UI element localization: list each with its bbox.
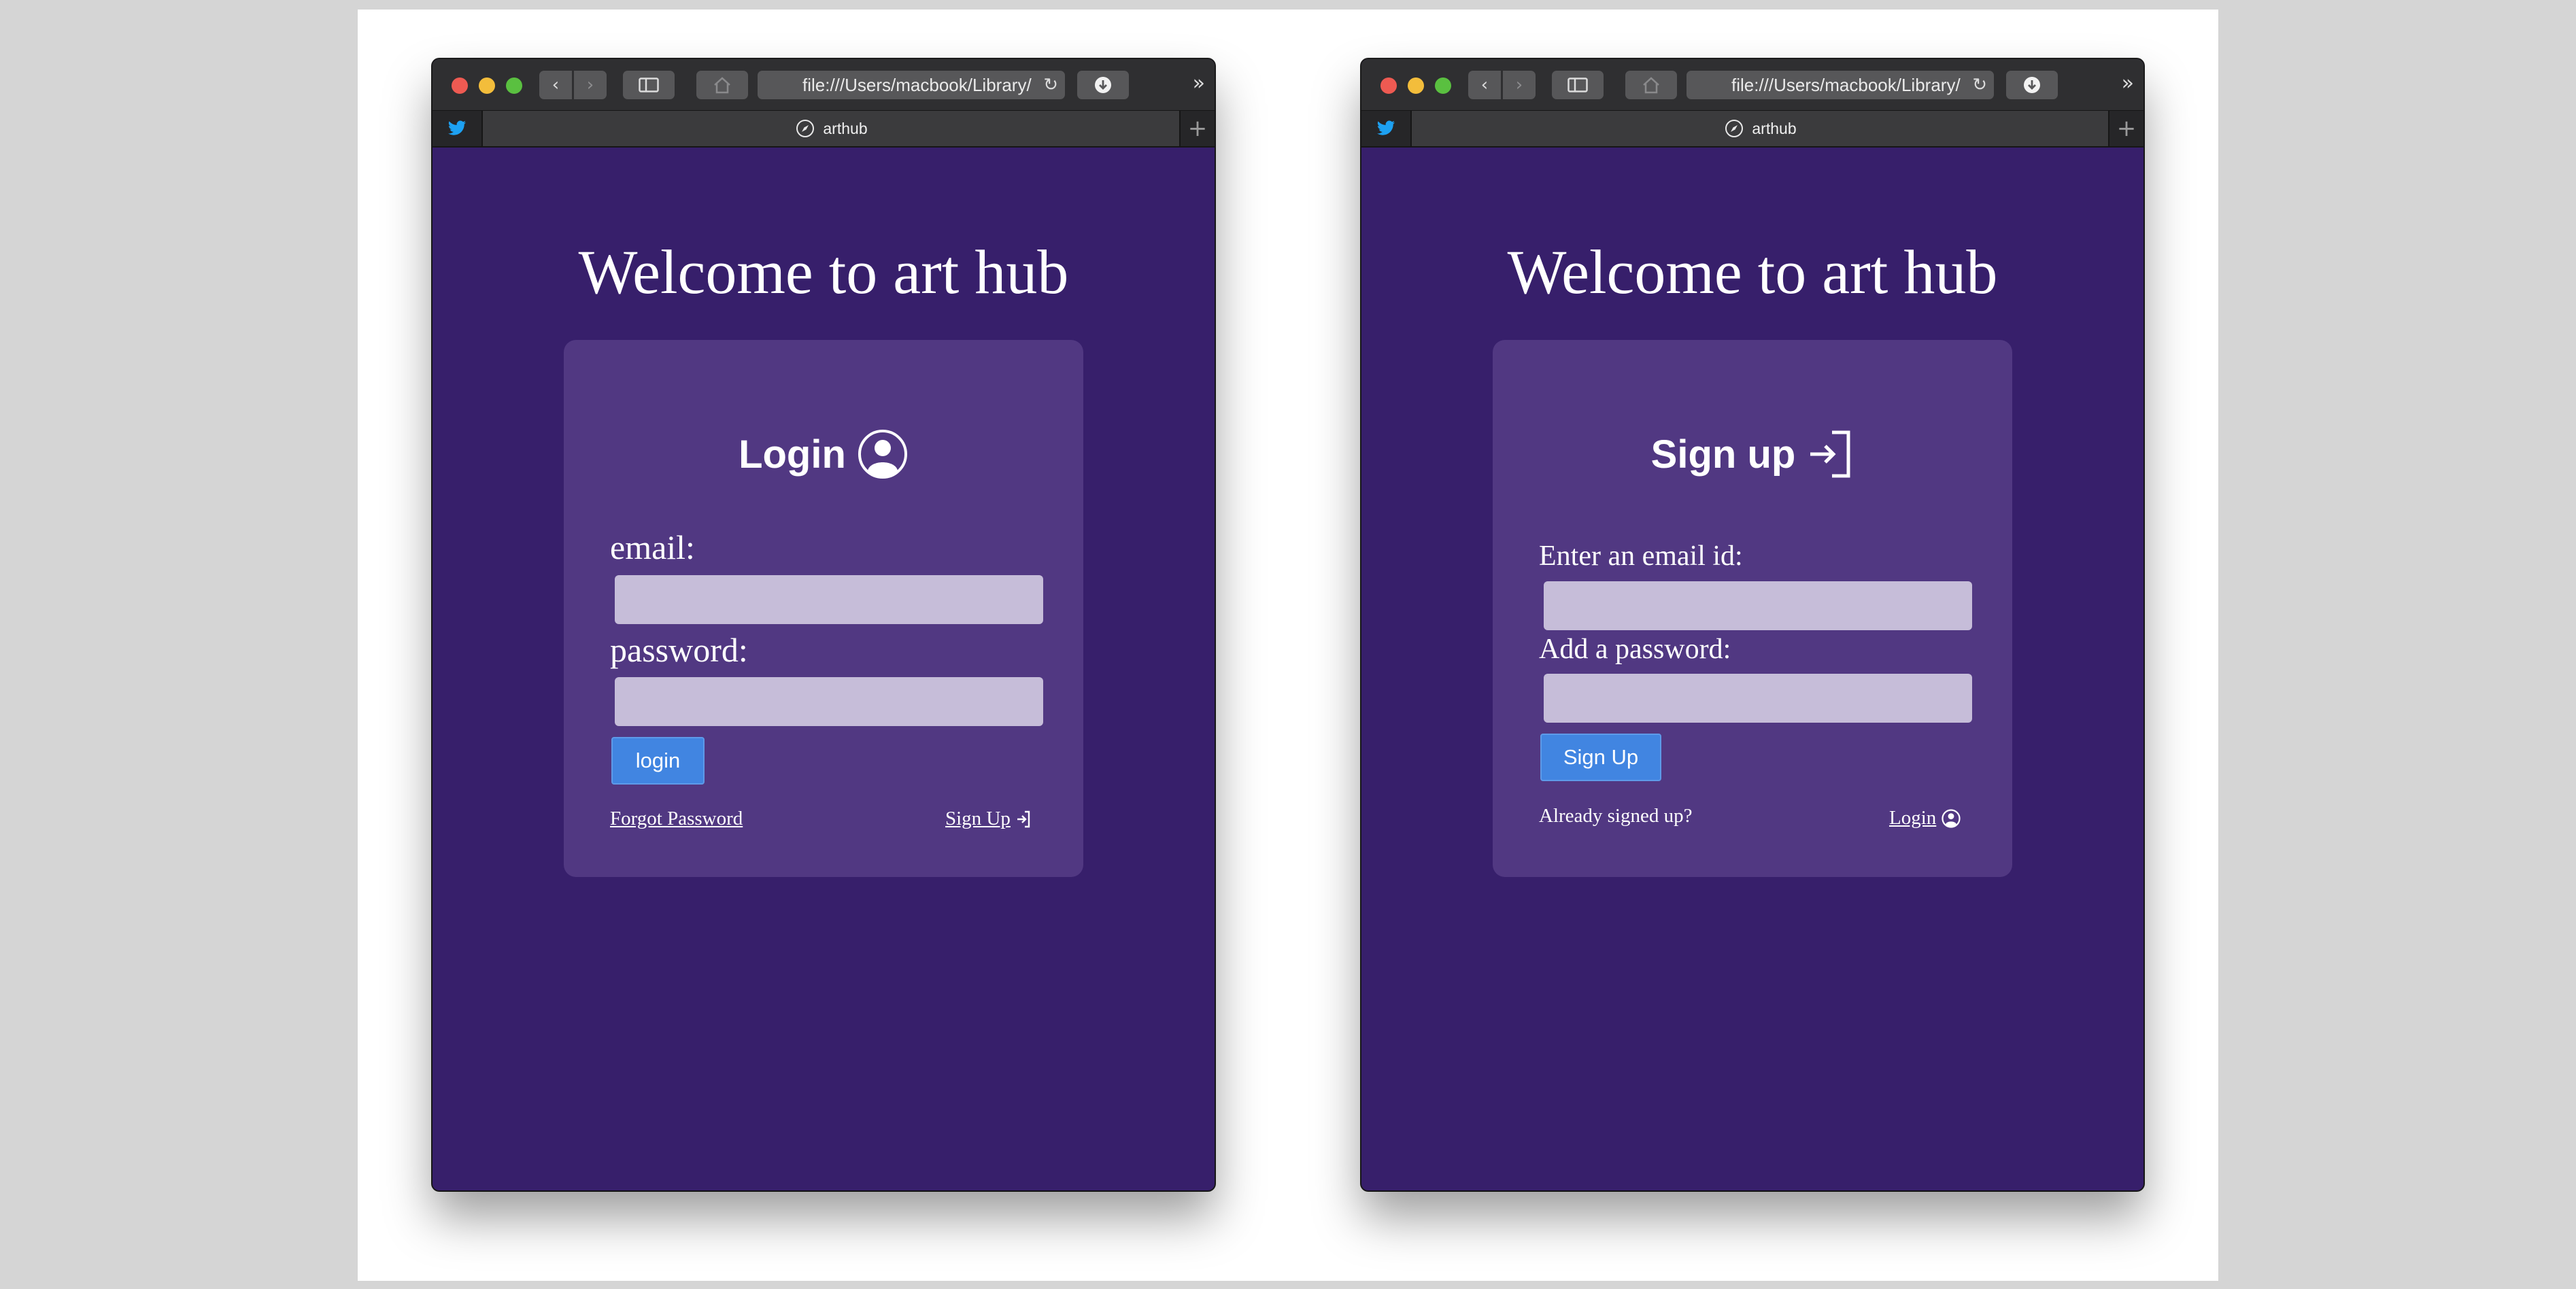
sidebar-toggle-button[interactable] xyxy=(623,71,675,99)
sidebar-icon xyxy=(639,78,659,92)
browser-toolbar: ‹ › file:///Users/macbook/Library/ ↻ » xyxy=(433,59,1215,110)
password-field[interactable] xyxy=(1544,674,1972,723)
card-title-text: Login xyxy=(739,432,846,477)
new-tab-button[interactable]: + xyxy=(2108,111,2143,146)
chevron-left-icon: ‹ xyxy=(1480,75,1489,95)
chevron-left-icon: ‹ xyxy=(552,75,560,95)
address-url: file:///Users/macbook/Library/ xyxy=(1731,75,1961,95)
sign-up-link-text: Sign Up xyxy=(945,808,1011,829)
home-button[interactable] xyxy=(696,71,748,99)
reload-icon[interactable]: ↻ xyxy=(1972,71,1987,99)
chevron-right-icon: › xyxy=(586,75,594,95)
forward-button[interactable]: › xyxy=(1503,71,1536,99)
browser-window-login: ‹ › file:///Users/macbook/Library/ ↻ » a… xyxy=(433,59,1215,1190)
minimize-window-button[interactable] xyxy=(479,78,495,94)
already-signed-up-text: Already signed up? xyxy=(1539,805,1693,827)
page-title: Welcome to art hub xyxy=(578,237,1069,307)
browser-toolbar: ‹ › file:///Users/macbook/Library/ ↻ » xyxy=(1361,59,2143,110)
zoom-window-button[interactable] xyxy=(506,78,522,94)
home-icon xyxy=(1643,77,1659,94)
back-button[interactable]: ‹ xyxy=(1468,71,1501,99)
pinned-tab[interactable] xyxy=(1361,111,1412,146)
signup-card: Sign up Enter an email id: Add a passwor… xyxy=(1493,340,2012,877)
card-title: Login xyxy=(564,428,1083,480)
email-label: Enter an email id: xyxy=(1539,540,1743,572)
close-window-button[interactable] xyxy=(452,78,468,94)
toolbar-overflow-icon[interactable]: » xyxy=(2122,71,2134,95)
password-label: password: xyxy=(610,631,748,669)
login-link-text: Login xyxy=(1889,807,1937,829)
email-field[interactable] xyxy=(615,575,1043,624)
tab-bar: arthub + xyxy=(433,110,1215,148)
address-bar[interactable]: file:///Users/macbook/Library/ ↻ xyxy=(1687,71,1994,99)
login-link[interactable]: Login xyxy=(1889,807,1961,829)
compass-icon xyxy=(796,119,815,138)
sidebar-toggle-button[interactable] xyxy=(1552,71,1604,99)
close-window-button[interactable] xyxy=(1380,78,1397,94)
sidebar-icon xyxy=(1567,78,1588,92)
tab-arthub[interactable]: arthub xyxy=(483,111,1181,146)
password-field[interactable] xyxy=(615,677,1043,726)
tab-arthub[interactable]: arthub xyxy=(1412,111,2109,146)
password-label: Add a password: xyxy=(1539,634,1731,665)
forgot-password-text: Forgot Password xyxy=(610,808,743,829)
address-url: file:///Users/macbook/Library/ xyxy=(802,75,1032,95)
toolbar-overflow-icon[interactable]: » xyxy=(1193,71,1205,95)
sign-up-button[interactable]: Sign Up xyxy=(1540,734,1661,781)
new-tab-button[interactable]: + xyxy=(1179,111,1215,146)
screenshot-canvas: ‹ › file:///Users/macbook/Library/ ↻ » a… xyxy=(358,10,2218,1281)
sign-up-link[interactable]: Sign Up xyxy=(945,808,1031,830)
downloads-button[interactable] xyxy=(1077,71,1129,99)
user-circle-icon xyxy=(1942,808,1961,828)
forgot-password-link[interactable]: Forgot Password xyxy=(610,808,748,830)
home-button[interactable] xyxy=(1625,71,1677,99)
browser-window-signup: ‹ › file:///Users/macbook/Library/ ↻ » a… xyxy=(1361,59,2143,1190)
email-label: email: xyxy=(610,528,695,566)
home-icon xyxy=(714,77,730,94)
login-button[interactable]: login xyxy=(611,737,705,785)
twitter-bird-icon xyxy=(1377,120,1395,135)
pinned-tab[interactable] xyxy=(433,111,483,146)
address-bar[interactable]: file:///Users/macbook/Library/ ↻ xyxy=(758,71,1065,99)
download-icon xyxy=(2024,77,2040,93)
chevron-right-icon: › xyxy=(1515,75,1523,95)
twitter-bird-icon xyxy=(448,120,466,135)
back-button[interactable]: ‹ xyxy=(539,71,572,99)
tab-bar: arthub + xyxy=(1361,110,2143,148)
card-title: Sign up xyxy=(1493,428,2012,480)
download-icon xyxy=(1095,77,1111,93)
reload-icon[interactable]: ↻ xyxy=(1043,71,1058,99)
email-field[interactable] xyxy=(1544,581,1972,630)
sign-in-arrow-icon xyxy=(1017,810,1030,827)
compass-icon xyxy=(1725,119,1744,138)
minimize-window-button[interactable] xyxy=(1408,78,1424,94)
user-circle-icon xyxy=(858,430,907,479)
zoom-window-button[interactable] xyxy=(1435,78,1451,94)
card-title-text: Sign up xyxy=(1650,432,1796,477)
login-card: Login email: password: login Forgot Pass… xyxy=(564,340,1083,877)
downloads-button[interactable] xyxy=(2006,71,2058,99)
forward-button[interactable]: › xyxy=(574,71,607,99)
sign-in-arrow-icon xyxy=(1810,430,1850,478)
tab-title: arthub xyxy=(823,119,868,137)
tab-title: arthub xyxy=(1752,119,1797,137)
page-title: Welcome to art hub xyxy=(1507,237,1998,307)
